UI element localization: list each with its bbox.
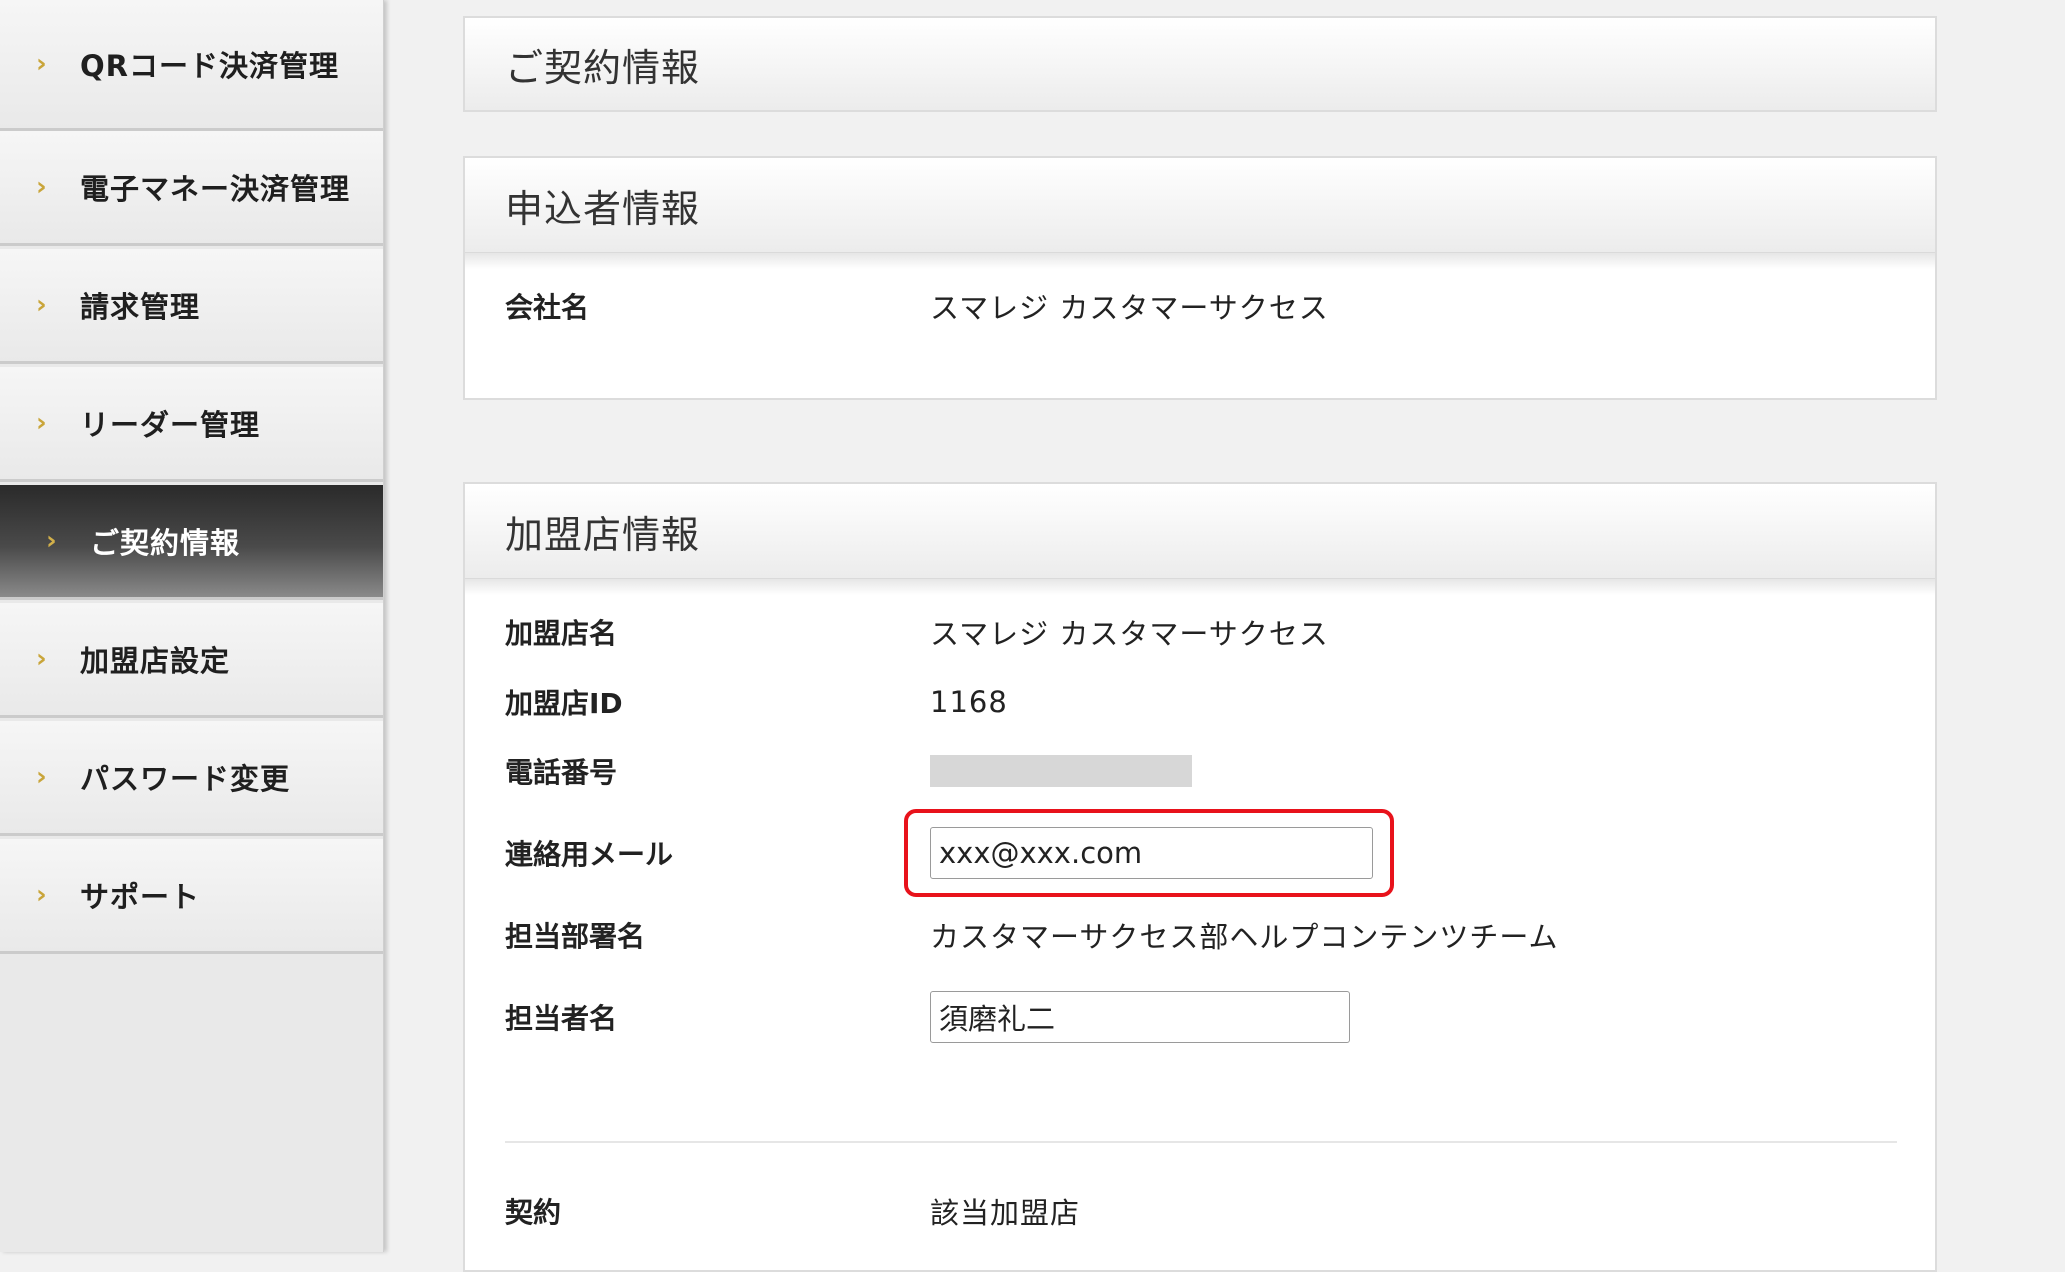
merchant-info-heading: 加盟店情報	[465, 484, 1935, 579]
person-name-field[interactable]: 須磨礼二	[930, 991, 1350, 1043]
heading-shadow	[465, 579, 1935, 595]
sidebar-item-label: 電子マネー決済管理	[80, 172, 351, 206]
sidebar-item-emoney-payment[interactable]: › 電子マネー決済管理	[0, 131, 383, 246]
chevron-right-icon: ›	[36, 408, 47, 438]
contact-email-field[interactable]: xxx@xxx.com	[930, 827, 1373, 879]
company-name-value: スマレジ カスタマーサクセス	[930, 291, 1329, 325]
applicant-info-heading: 申込者情報	[465, 158, 1935, 253]
phone-value-masked	[930, 755, 1192, 787]
chevron-right-icon: ›	[36, 49, 47, 79]
page-title: ご契約情報	[465, 18, 1935, 110]
sidebar-item-label: 加盟店設定	[80, 644, 231, 678]
phone-label: 電話番号	[505, 756, 618, 789]
chevron-right-icon: ›	[36, 644, 47, 674]
chevron-right-icon: ›	[46, 526, 57, 556]
page-title-panel: ご契約情報	[463, 16, 1937, 112]
contact-email-row: 連絡用メール xxx@xxx.com	[505, 823, 1885, 883]
phone-row: 電話番号	[505, 741, 1885, 801]
merchant-name-row: 加盟店名 スマレジ カスタマーサクセス	[505, 602, 1885, 662]
company-name-label: 会社名	[505, 291, 590, 324]
merchant-id-value: 1168	[930, 685, 1008, 719]
heading-shadow	[465, 253, 1935, 269]
sidebar-item-reader[interactable]: › リーダー管理	[0, 367, 383, 482]
person-row: 担当者名 須磨礼二	[505, 987, 1885, 1047]
chevron-right-icon: ›	[36, 290, 47, 320]
merchant-name-value: スマレジ カスタマーサクセス	[930, 617, 1329, 651]
company-name-row: 会社名 スマレジ カスタマーサクセス	[505, 276, 1885, 336]
sidebar-item-label: パスワード変更	[80, 762, 291, 796]
sidebar-item-label: ご契約情報	[90, 526, 241, 560]
sidebar-item-password-change[interactable]: › パスワード変更	[0, 721, 383, 836]
sidebar: › QRコード決済管理 › 電子マネー決済管理 › 請求管理 › リーダー管理 …	[0, 0, 384, 1252]
department-value: カスタマーサクセス部ヘルプコンテンツチーム	[930, 920, 1559, 954]
sidebar-item-label: 請求管理	[80, 290, 201, 324]
department-label: 担当部署名	[505, 920, 646, 953]
section-divider	[505, 1141, 1897, 1143]
sidebar-item-support[interactable]: › サポート	[0, 839, 383, 954]
person-label: 担当者名	[505, 1002, 618, 1035]
sidebar-item-label: QRコード決済管理	[80, 49, 339, 83]
merchant-info-panel: 加盟店情報 加盟店名 スマレジ カスタマーサクセス 加盟店ID 1168 電話番…	[463, 482, 1937, 1272]
sidebar-item-contract-info[interactable]: › ご契約情報	[0, 485, 383, 600]
sidebar-item-merchant-settings[interactable]: › 加盟店設定	[0, 603, 383, 718]
chevron-right-icon: ›	[36, 880, 47, 910]
merchant-id-label: 加盟店ID	[505, 687, 623, 720]
sidebar-item-label: サポート	[80, 880, 201, 914]
chevron-right-icon: ›	[36, 172, 47, 202]
sidebar-item-billing[interactable]: › 請求管理	[0, 249, 383, 364]
contact-email-label: 連絡用メール	[505, 838, 674, 871]
contract-label: 契約	[505, 1196, 562, 1229]
applicant-info-panel: 申込者情報 会社名 スマレジ カスタマーサクセス	[463, 156, 1937, 400]
chevron-right-icon: ›	[36, 762, 47, 792]
merchant-name-label: 加盟店名	[505, 617, 618, 650]
sidebar-item-qr-payment[interactable]: › QRコード決済管理	[0, 0, 383, 131]
department-row: 担当部署名 カスタマーサクセス部ヘルプコンテンツチーム	[505, 905, 1885, 965]
contract-row: 契約 該当加盟店	[505, 1181, 1885, 1241]
merchant-id-row: 加盟店ID 1168	[505, 672, 1885, 732]
contract-value: 該当加盟店	[930, 1196, 1081, 1230]
sidebar-item-label: リーダー管理	[80, 408, 261, 442]
